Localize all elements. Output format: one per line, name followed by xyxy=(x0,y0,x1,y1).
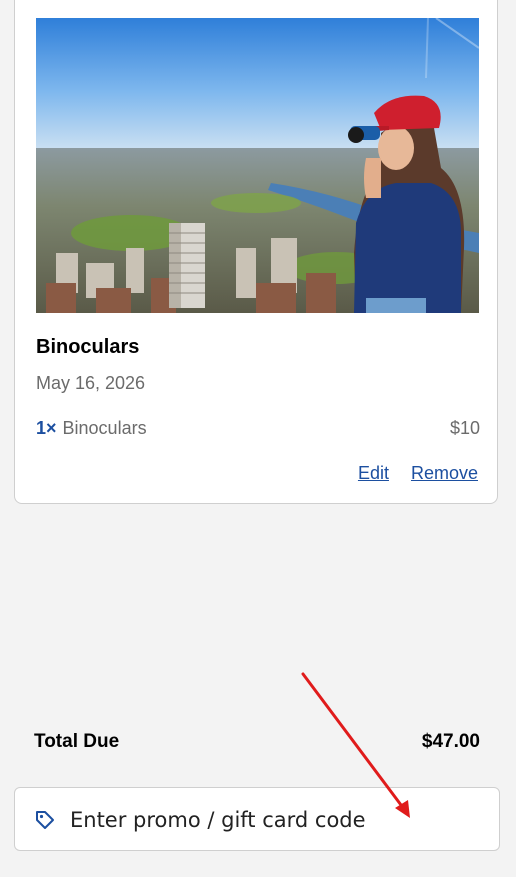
item-date: May 16, 2026 xyxy=(36,373,146,393)
remove-link[interactable]: Remove xyxy=(411,463,478,483)
tag-icon xyxy=(36,811,54,829)
total-due-label: Total Due xyxy=(34,731,120,752)
edit-link[interactable]: Edit xyxy=(358,463,389,483)
line-item-price: $10 xyxy=(449,418,480,438)
line-item: 1× Binoculars $10 xyxy=(36,417,480,439)
cart-item-card: Binoculars May 16, 2026 1× Binoculars $10… xyxy=(14,0,498,504)
total-due-amount: $47.00 xyxy=(421,731,480,752)
promo-code-button[interactable]: Enter promo / gift card code xyxy=(14,787,500,851)
item-actions: Edit Remove xyxy=(358,462,478,484)
line-item-name: Binoculars xyxy=(62,418,147,438)
total-due-row: Total Due $47.00 xyxy=(34,730,480,754)
product-photo xyxy=(36,18,479,313)
promo-code-label: Enter promo / gift card code xyxy=(70,808,366,832)
item-title: Binoculars xyxy=(36,336,140,358)
line-item-quantity: 1× xyxy=(36,418,57,438)
